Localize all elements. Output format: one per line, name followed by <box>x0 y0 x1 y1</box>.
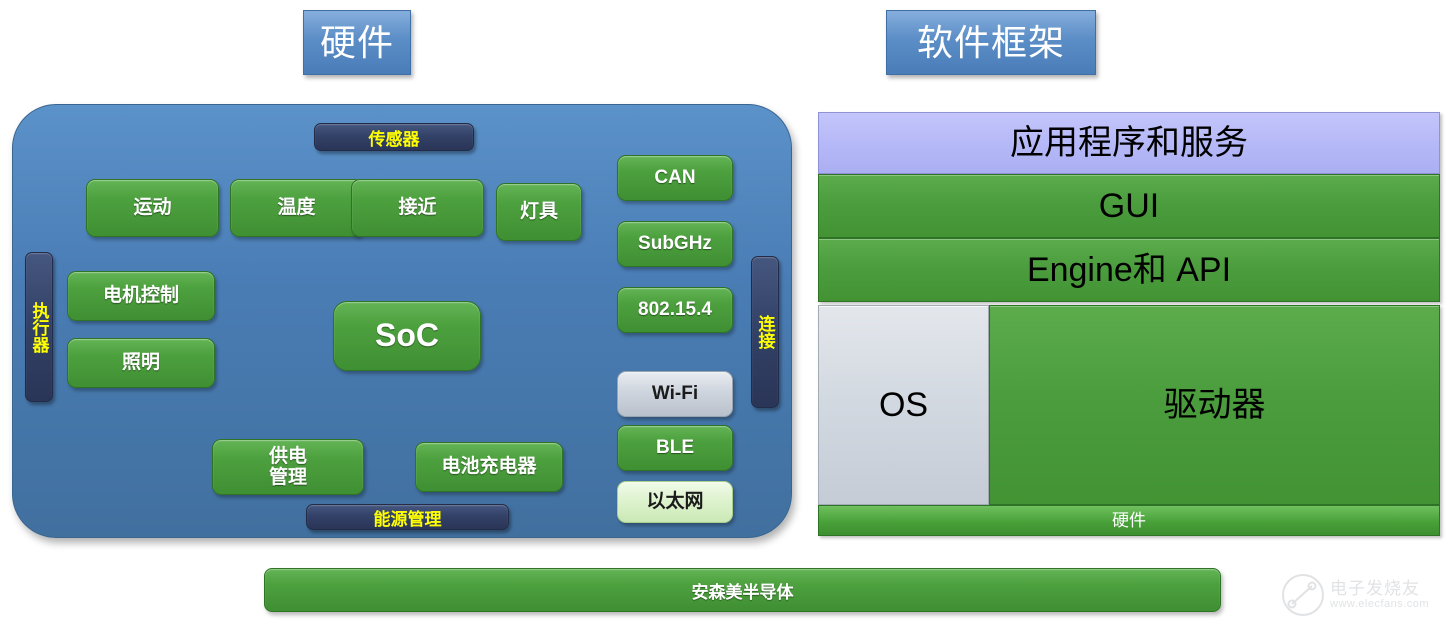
connectivity-group-label-text: 连接 <box>755 315 775 349</box>
actuator-chip-lighting-label: 照明 <box>121 352 160 374</box>
connectivity-chip-ethernet[interactable]: 以太网 <box>617 481 733 523</box>
connectivity-chip-subghz[interactable]: SubGHz <box>617 221 733 267</box>
actuator-chip-motor-control-label: 电机控制 <box>102 285 179 307</box>
brand-bar: 安森美半导体 <box>264 568 1221 612</box>
connectivity-chip-can-label: CAN <box>654 167 696 189</box>
connectivity-chip-subghz-label: SubGHz <box>638 233 712 255</box>
watermark-url: www.elecfans.com <box>1330 598 1430 611</box>
software-layer-hardware-label: 硬件 <box>1112 511 1146 530</box>
power-chip-power-management-label: 供电 管理 <box>268 445 307 488</box>
connectivity-chip-ethernet-label: 以太网 <box>646 491 704 513</box>
software-section-title-label: 软件框架 <box>916 21 1065 63</box>
software-layer-gui[interactable]: GUI <box>818 174 1440 238</box>
software-layer-drivers-label: 驱动器 <box>1163 386 1266 424</box>
hardware-section-title-label: 硬件 <box>319 21 394 63</box>
connectivity-chip-wifi[interactable]: Wi-Fi <box>617 371 733 417</box>
sensor-chip-proximity[interactable]: 接近 <box>351 179 484 237</box>
sensor-chip-temperature[interactable]: 温度 <box>230 179 363 237</box>
sensor-chip-light-label: 灯具 <box>519 201 558 223</box>
sensor-chip-proximity-label: 接近 <box>398 197 437 219</box>
software-layer-engine-api-label: Engine和 API <box>1026 251 1232 289</box>
actuators-group-label-text: 执行器 <box>29 301 49 353</box>
sensors-group-label: 传感器 <box>314 123 474 151</box>
connectivity-chip-wifi-label: Wi-Fi <box>651 383 699 405</box>
soc-chip-label: SoC <box>375 317 439 354</box>
sensor-chip-motion-label: 运动 <box>133 197 172 219</box>
power-chip-power-management[interactable]: 供电 管理 <box>212 439 364 495</box>
energy-management-group-label-text: 能源管理 <box>373 509 442 529</box>
watermark-name: 电子发烧友 <box>1330 578 1420 598</box>
power-chip-battery-charger-label: 电池充电器 <box>441 456 537 478</box>
soc-chip[interactable]: SoC <box>333 301 481 371</box>
sensor-chip-temperature-label: 温度 <box>277 197 316 219</box>
hardware-panel: 传感器 执行器 连接 能源管理 运动 温度 接近 灯具 电机控制 照明 SoC … <box>12 104 792 538</box>
sensor-chip-motion[interactable]: 运动 <box>86 179 219 237</box>
connectivity-chip-ble[interactable]: BLE <box>617 425 733 471</box>
brand-bar-label: 安森美半导体 <box>691 582 794 602</box>
connectivity-chip-can[interactable]: CAN <box>617 155 733 201</box>
software-layer-applications-label: 应用程序和服务 <box>1010 124 1248 162</box>
software-layer-applications[interactable]: 应用程序和服务 <box>818 112 1440 174</box>
connectivity-chip-ble-label: BLE <box>656 437 694 459</box>
energy-management-group-label: 能源管理 <box>306 504 509 530</box>
watermark-logo-icon <box>1282 574 1324 616</box>
sensors-group-label-text: 传感器 <box>368 129 420 149</box>
actuator-chip-lighting[interactable]: 照明 <box>67 338 215 388</box>
connectivity-group-label: 连接 <box>751 256 779 408</box>
software-layer-hardware[interactable]: 硬件 <box>818 505 1440 536</box>
software-layer-os-label: OS <box>878 386 929 424</box>
actuator-chip-motor-control[interactable]: 电机控制 <box>67 271 215 321</box>
software-layer-drivers[interactable]: 驱动器 <box>989 305 1440 505</box>
software-layer-os[interactable]: OS <box>818 305 989 505</box>
software-section-title: 软件框架 <box>886 10 1096 75</box>
watermark: 电子发烧友 www.elecfans.com <box>1280 567 1448 623</box>
hardware-section-title: 硬件 <box>303 10 411 75</box>
software-layer-engine-api[interactable]: Engine和 API <box>818 238 1440 302</box>
software-stack: 应用程序和服务 GUI Engine和 API OS 驱动器 硬件 <box>818 112 1440 536</box>
sensor-chip-light[interactable]: 灯具 <box>496 183 582 241</box>
power-chip-battery-charger[interactable]: 电池充电器 <box>415 442 563 492</box>
connectivity-chip-802-15-4-label: 802.15.4 <box>638 299 712 321</box>
actuators-group-label: 执行器 <box>25 252 53 402</box>
connectivity-chip-802-15-4[interactable]: 802.15.4 <box>617 287 733 333</box>
software-layer-gui-label: GUI <box>1098 187 1160 225</box>
